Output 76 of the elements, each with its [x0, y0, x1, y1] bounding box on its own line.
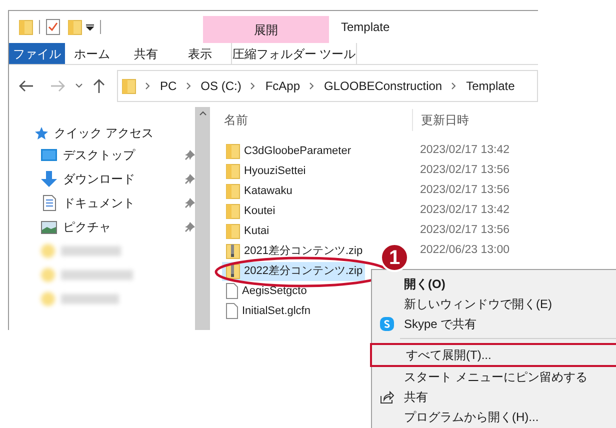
file-row[interactable]: Koutei [222, 202, 278, 220]
file-row[interactable]: 2022差分コンテンツ.zip [222, 262, 365, 280]
breadcrumb-item[interactable]: FcApp [265, 77, 300, 95]
back-arrow-icon[interactable] [19, 80, 33, 92]
file-row[interactable]: Katawaku [222, 182, 294, 200]
folder-icon [226, 183, 240, 199]
folder-icon [226, 203, 240, 219]
folder-icon [226, 163, 240, 179]
modified-date: 2023/02/17 13:56 [419, 223, 510, 238]
menu-item[interactable]: すべて展開(T)... [370, 343, 616, 367]
folder-icon [19, 19, 33, 35]
pin-icon[interactable] [185, 150, 195, 160]
chevron-right-icon[interactable] [451, 82, 458, 90]
modified-date: 2023/02/17 13:56 [419, 163, 510, 178]
ribbon-tab[interactable]: 表示 [173, 43, 227, 64]
menu-item[interactable]: 開く(O) [370, 274, 616, 294]
context-tab-group: 展開 [203, 16, 329, 43]
nav-item[interactable]: ダウンロード [35, 167, 195, 191]
folder-icon [226, 223, 240, 239]
chevron-right-icon[interactable] [250, 82, 256, 90]
folder-icon [122, 78, 136, 94]
chevron-right-icon[interactable] [309, 82, 316, 90]
menu-item[interactable]: スタート メニューにピン留めする [370, 367, 616, 387]
picture-icon [41, 220, 57, 234]
window-title: Template [341, 19, 390, 36]
file-row[interactable]: C3dGloobeParameter [222, 142, 354, 160]
breadcrumb-item[interactable]: GLOOBEConstruction [324, 77, 442, 95]
breadcrumb-item[interactable]: Template [466, 77, 515, 95]
menu-item[interactable]: 共有 [370, 387, 616, 407]
pin-icon[interactable] [185, 222, 195, 232]
modified-date: 2023/02/17 13:56 [419, 183, 510, 198]
modified-date: 2023/02/17 13:42 [419, 143, 510, 158]
document-icon [42, 195, 56, 211]
up-arrow-icon[interactable] [93, 79, 105, 93]
nav-item[interactable]: デスクトップ [35, 143, 195, 167]
zip-folder-icon [226, 243, 240, 259]
breadcrumb-item[interactable]: PC [160, 77, 177, 95]
file-icon [226, 303, 238, 319]
nav-item[interactable]: ピクチャ [35, 215, 195, 239]
column-header[interactable]: 名前 [222, 111, 412, 129]
file-row[interactable]: HyouziSettei [222, 162, 308, 180]
file-row[interactable]: Kutai [222, 222, 272, 240]
address-bar[interactable]: PC OS (C:) FcApp GLOOBEConstruction Template [117, 70, 538, 102]
modified-date: 2023/02/17 13:42 [419, 203, 510, 218]
breadcrumb-item[interactable]: OS (C:) [200, 77, 242, 95]
monitor-icon [41, 148, 57, 162]
menu-item[interactable]: Skype で共有 [370, 314, 616, 334]
file-row[interactable]: InitialSet.glcfn [222, 302, 312, 320]
nav-item[interactable]: ドキュメント [35, 191, 195, 215]
chevron-down-icon[interactable] [75, 83, 83, 89]
file-row[interactable]: 2021差分コンテンツ.zip [222, 242, 365, 260]
share-icon [380, 390, 394, 404]
chevron-right-icon[interactable] [186, 82, 192, 90]
folder-icon [226, 143, 240, 159]
ribbon-tab[interactable]: 共有 [119, 43, 173, 64]
pin-icon[interactable] [185, 198, 195, 208]
quick-access-header[interactable]: クイック アクセス [54, 124, 154, 142]
star-icon [35, 126, 48, 140]
file-icon [226, 283, 238, 299]
chevron-right-icon[interactable] [145, 82, 151, 90]
new-folder-icon [68, 19, 82, 35]
column-header[interactable]: 更新日時 [413, 111, 469, 129]
ribbon-tab[interactable]: ホーム [65, 43, 119, 64]
modified-date: 2022/06/23 13:00 [419, 243, 510, 258]
down-arrow-icon [41, 171, 57, 187]
file-row[interactable]: AegisSetgcto [222, 282, 309, 300]
scroll-up-icon[interactable] [198, 111, 206, 116]
zip-folder-icon [226, 263, 240, 279]
properties-icon[interactable] [46, 19, 60, 35]
menu-item[interactable]: プログラムから開く(H)... [370, 407, 616, 427]
skype-icon [380, 317, 394, 331]
file-tab[interactable]: ファイル [9, 43, 65, 64]
pin-icon[interactable] [185, 174, 195, 184]
scrollbar[interactable] [195, 107, 210, 330]
dropdown-icon[interactable] [86, 23, 94, 31]
menu-item[interactable]: 新しいウィンドウで開く(E) [370, 294, 616, 314]
